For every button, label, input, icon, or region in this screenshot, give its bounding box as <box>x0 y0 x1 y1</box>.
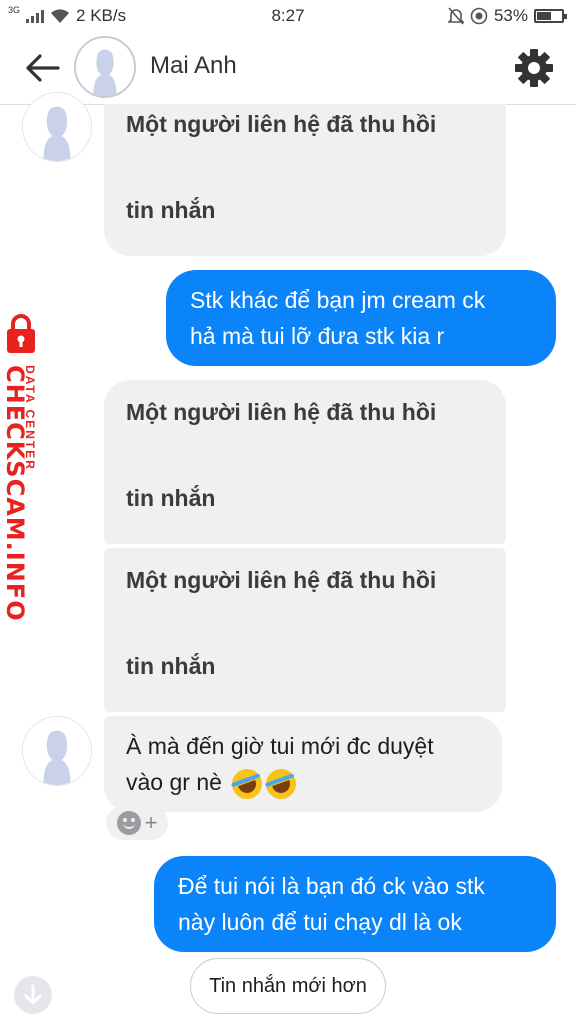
rolling-laughing-emoji-icon <box>228 764 267 804</box>
message-text-line: Stk khác để bạn jm cream ck <box>190 287 486 313</box>
gear-icon[interactable] <box>514 48 554 88</box>
watermark-logo: CHECKSCAM.INFO <box>1 365 29 622</box>
status-bar: 3G 2 KB/s 8:27 53% <box>0 0 576 32</box>
conversation-header: Mai Anh <box>0 32 576 105</box>
battery-icon <box>534 9 567 23</box>
message-text-line: Một người liên hệ đã thu hồi <box>126 111 437 137</box>
recalled-message[interactable]: Một người liên hệ đã thu hồi tin nhắn <box>104 548 506 712</box>
outgoing-message[interactable]: Để tui nói là bạn đó ck vào stk này luôn… <box>154 856 556 952</box>
incoming-message[interactable]: À mà đến giờ tui mới đc duyệt vào gr nè <box>104 716 502 812</box>
smiley-icon <box>116 811 141 835</box>
battery-percent: 53% <box>493 6 528 25</box>
message-text-line: Để tui nói là bạn đó ck vào stk <box>178 873 485 899</box>
sender-avatar[interactable] <box>22 716 92 786</box>
mute-bell-icon <box>447 7 464 25</box>
recalled-message[interactable]: Một người liên hệ đã thu hồi tin nhắn <box>104 380 506 544</box>
plus-icon: + <box>144 810 158 835</box>
message-text-line: tin nhắn <box>126 197 216 223</box>
message-text-line: tin nhắn <box>126 653 216 679</box>
message-text-line: vào gr nè <box>126 769 222 795</box>
status-right: 53% <box>447 6 567 26</box>
message-text-line: À mà đến giờ tui mới đc duyệt <box>126 733 434 759</box>
default-avatar-icon <box>76 38 134 96</box>
sender-avatar[interactable] <box>22 92 92 162</box>
add-reaction-button[interactable]: + <box>106 806 168 840</box>
arrow-down-icon <box>24 984 42 1005</box>
back-arrow-icon[interactable] <box>22 52 62 84</box>
data-saver-icon <box>470 7 488 25</box>
default-avatar-icon <box>23 93 91 161</box>
recalled-message[interactable]: Một người liên hệ đã thu hồi tin nhắn <box>104 104 506 256</box>
default-avatar-icon <box>23 717 91 785</box>
contact-avatar[interactable] <box>74 36 136 98</box>
newer-messages-button[interactable]: Tin nhắn mới hơn <box>190 958 386 1014</box>
rolling-laughing-emoji-icon <box>262 764 301 804</box>
scroll-down-button[interactable] <box>14 976 52 1014</box>
message-text-line: hả mà tui lỡ đưa stk kia r <box>190 323 445 349</box>
message-text-line: Một người liên hệ đã thu hồi <box>126 399 437 425</box>
outgoing-message[interactable]: Stk khác để bạn jm cream ck hả mà tui lỡ… <box>166 270 556 366</box>
message-text-line: tin nhắn <box>126 485 216 511</box>
contact-name[interactable]: Mai Anh <box>150 52 237 80</box>
message-text-line: này luôn để tui chạy dl là ok <box>178 909 462 935</box>
message-text-line: Một người liên hệ đã thu hồi <box>126 567 437 593</box>
